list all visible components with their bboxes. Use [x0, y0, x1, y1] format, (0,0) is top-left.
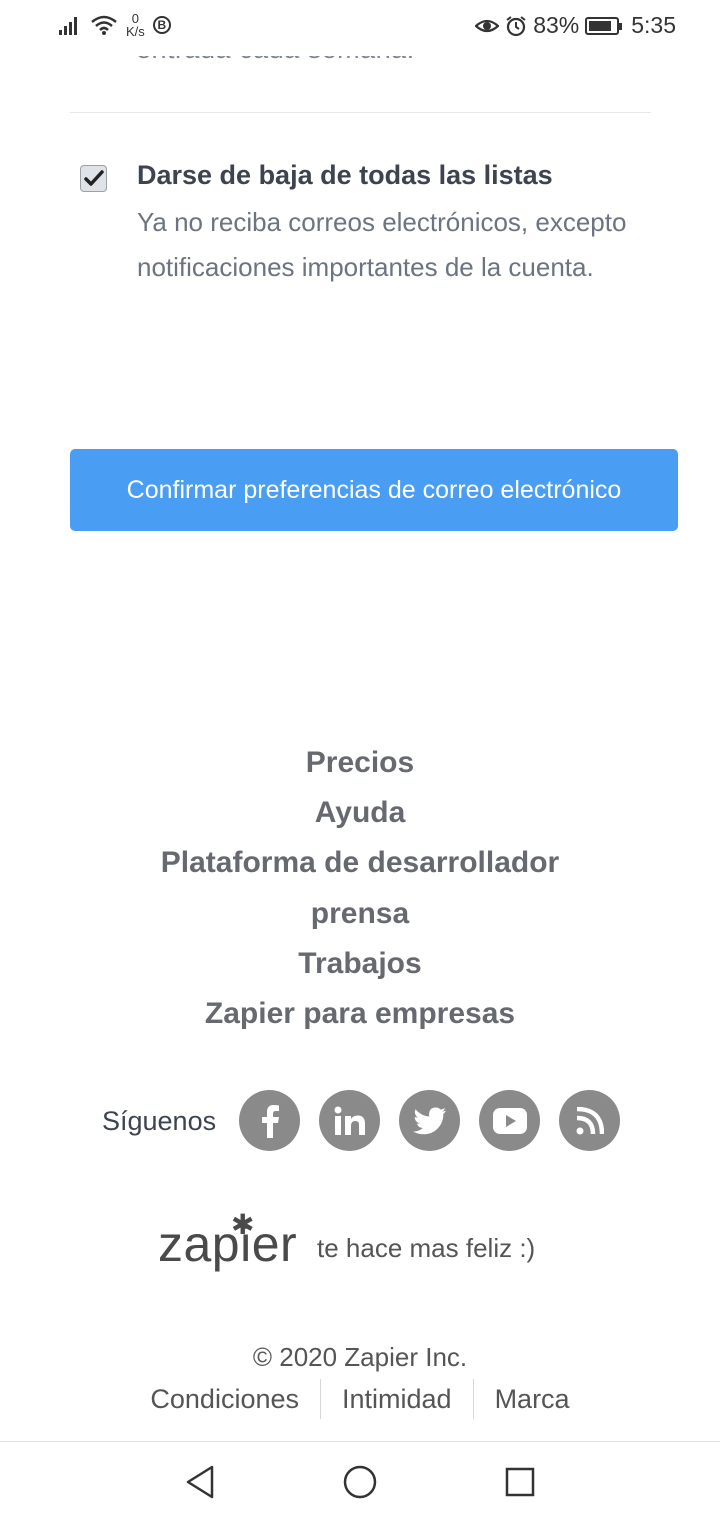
footer-link-jobs[interactable]: Trabajos [0, 939, 720, 989]
social-row: Síguenos [0, 1090, 720, 1152]
unsubscribe-all-checkbox[interactable] [80, 165, 107, 192]
status-right: 83% 5:35 [475, 12, 676, 39]
footer-link-press[interactable]: prensa [0, 889, 720, 939]
copyright: © 2020 Zapier Inc. [252, 1342, 468, 1372]
unsubscribe-all-description: Ya no reciba correos electrónicos, excep… [137, 207, 627, 282]
footer-link-pricing[interactable]: Precios [0, 738, 720, 788]
net-speed: 0 K/s [126, 12, 145, 38]
twitter-icon[interactable] [399, 1090, 460, 1151]
legal-link-brand[interactable]: Marca [474, 1379, 591, 1419]
legal-link-privacy[interactable]: Intimidad [321, 1379, 473, 1419]
youtube-icon[interactable] [479, 1090, 540, 1151]
footer-link-zapier-for-companies[interactable]: Zapier para empresas [0, 989, 720, 1039]
facebook-icon[interactable] [239, 1090, 300, 1151]
back-icon[interactable] [178, 1460, 222, 1504]
legal-link-terms[interactable]: Condiciones [129, 1379, 320, 1419]
confirm-preferences-button[interactable]: Confirmar preferencias de correo electró… [70, 449, 678, 531]
checkmark-icon [83, 169, 104, 186]
legal-links: Condiciones Intimidad Marca [0, 1378, 720, 1420]
battery-percent: 83% [533, 12, 580, 38]
brand-row: ✱ zapier te hace mas feliz :) [0, 1205, 720, 1285]
signal-icon [59, 17, 77, 35]
eye-icon [475, 19, 500, 32]
net-speed-unit: K/s [126, 24, 145, 39]
linkedin-icon[interactable] [319, 1090, 380, 1151]
tagline: te hace mas feliz :) [317, 1233, 536, 1263]
zapier-logo: zapier [158, 1216, 298, 1272]
footer-links: Precios Ayuda Plataforma de desarrollado… [0, 738, 720, 1039]
footer-link-developer-platform[interactable]: Plataforma de desarrollador [0, 838, 720, 888]
divider [70, 112, 651, 113]
battery-icon [585, 16, 623, 35]
status-left: 0 K/s B [58, 12, 171, 38]
system-nav-bar [0, 1441, 720, 1521]
wifi-icon [91, 15, 117, 35]
clock: 5:35 [631, 12, 676, 38]
b-icon: B [152, 16, 171, 34]
unsubscribe-all-title: Darse de baja de todas las listas [137, 160, 553, 190]
home-icon[interactable] [338, 1460, 382, 1504]
rss-icon[interactable] [559, 1090, 620, 1151]
footer-link-help[interactable]: Ayuda [0, 788, 720, 838]
alarm-icon [506, 15, 526, 36]
follow-us-label: Síguenos [102, 1106, 217, 1136]
recents-icon[interactable] [498, 1460, 542, 1504]
status-bar: 0 K/s B 83% 5:35 [0, 0, 720, 56]
